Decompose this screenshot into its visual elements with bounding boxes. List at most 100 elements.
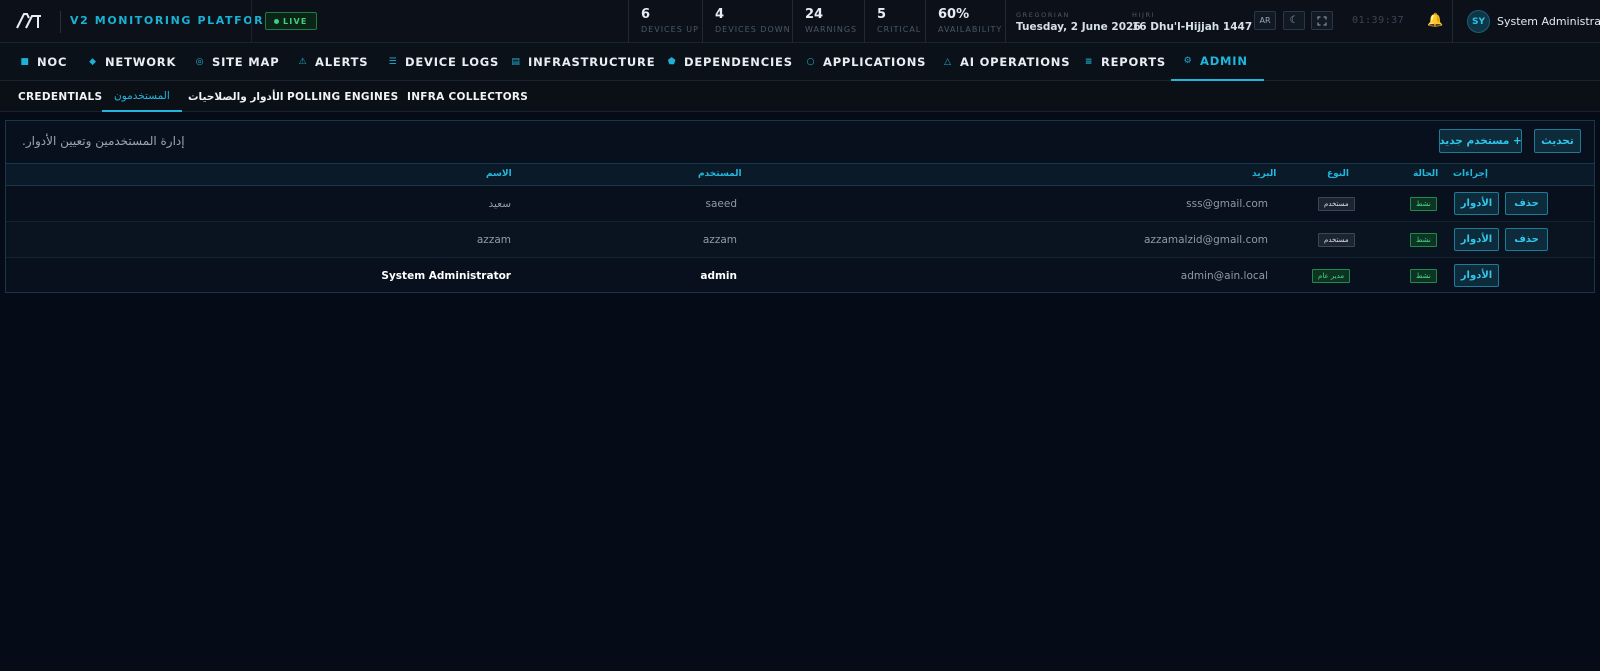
stat-label: WARNINGS	[805, 25, 858, 34]
stat-label: CRITICAL	[877, 25, 922, 34]
nav-item-dependencies[interactable]: ⬟ DEPENDENCIES	[667, 43, 793, 81]
triangle-icon: △	[944, 57, 952, 67]
live-label: LIVE	[283, 16, 308, 26]
diamond-icon: ◆	[89, 57, 97, 67]
user-username-cell: saeed	[705, 198, 738, 210]
bell-icon[interactable]: 🔔	[1427, 13, 1443, 28]
stat-value: 4	[715, 7, 725, 22]
column-email: البريد	[1252, 169, 1277, 179]
gear-icon: ⚙	[1183, 56, 1193, 66]
avatar[interactable]: SY	[1467, 10, 1490, 33]
status-badge: نشط	[1410, 233, 1437, 247]
nav-label: REPORTS	[1101, 55, 1166, 69]
nav-label: DEPENDENCIES	[684, 55, 793, 69]
gregorian-value: Tuesday, 2 June 2026	[1016, 21, 1141, 33]
tab-users[interactable]: المستخدمون	[102, 81, 182, 112]
nav-item-network[interactable]: ◆ NETWORK	[88, 43, 176, 81]
new-user-button[interactable]: مستخدم جديد +	[1439, 129, 1522, 153]
moon-icon: ☾	[1289, 15, 1299, 26]
stat-value: 6	[641, 7, 651, 22]
stat-value: 5	[877, 7, 887, 22]
user-username-cell: admin	[700, 270, 737, 282]
nav-label: ALERTS	[315, 55, 369, 69]
column-status: الحالة	[1413, 169, 1439, 179]
divider	[1005, 0, 1006, 43]
nav-label: AI OPERATIONS	[960, 55, 1071, 69]
nav-label: NOC	[37, 55, 68, 69]
user-email-cell: admin@ain.local	[1180, 270, 1268, 282]
tab-infra-collectors[interactable]: INFRA COLLECTORS	[407, 81, 528, 112]
delete-button[interactable]: حذف	[1505, 192, 1548, 215]
nav-item-infrastructure[interactable]: ▤ INFRASTRUCTURE	[511, 43, 655, 81]
tab-roles-permissions[interactable]: الأدوار والصلاحيات	[188, 81, 283, 112]
column-type: النوع	[1327, 169, 1349, 179]
stat-warnings[interactable]: 24 WARNINGS	[792, 0, 864, 43]
nav-label: SITE MAP	[212, 55, 280, 69]
table-header: إجراءات الحالة النوع البريد المستخدم الا…	[6, 163, 1594, 186]
platform-title: V2 MONITORING PLATFORM	[70, 14, 277, 27]
user-name[interactable]: System Administrator	[1497, 15, 1600, 28]
nav-label: DEVICE LOGS	[405, 55, 500, 69]
roles-button[interactable]: الأدوار	[1454, 264, 1499, 287]
stat-devices-down[interactable]: 4 DEVICES DOWN	[702, 0, 792, 43]
panel-description: .إدارة المستخدمين وتعيين الأدوار	[22, 134, 185, 148]
table-row: سعيد saeed sss@gmail.com مستخدم نشط الأد…	[6, 186, 1594, 222]
users-panel: .إدارة المستخدمين وتعيين الأدوار مستخدم …	[5, 120, 1595, 293]
language-button[interactable]: AR	[1254, 11, 1276, 30]
user-name-cell: azzam	[476, 234, 511, 246]
status-badge: نشط	[1410, 269, 1437, 283]
nav-item-admin[interactable]: ⚙ ADMIN	[1171, 43, 1264, 81]
nav-item-site-map[interactable]: ◎ SITE MAP	[195, 43, 279, 81]
stat-label: DEVICES DOWN	[715, 25, 791, 34]
main-nav: ■ NOC ◆ NETWORK ◎ SITE MAP ⚠ ALERTS ☰ DE…	[0, 43, 1600, 81]
tab-credentials[interactable]: CREDENTIALS	[18, 81, 102, 112]
ain-logo[interactable]	[16, 12, 42, 29]
delete-button[interactable]: حذف	[1505, 228, 1548, 251]
tab-polling-engines[interactable]: POLLING ENGINES	[287, 81, 398, 112]
stat-value: 24	[805, 7, 824, 22]
admin-sub-nav: CREDENTIALS المستخدمون الأدوار والصلاحيا…	[0, 81, 1600, 112]
square-icon: ■	[20, 57, 30, 67]
column-name: الاسم	[486, 169, 512, 179]
user-username-cell: azzam	[702, 234, 737, 246]
nav-item-noc[interactable]: ■ NOC	[20, 43, 67, 81]
roles-button[interactable]: الأدوار	[1454, 228, 1499, 251]
hijri-value: 16 Dhu'l-Hijjah 1447 AH	[1132, 21, 1273, 33]
type-badge: مستخدم	[1318, 197, 1355, 211]
fullscreen-button[interactable]	[1311, 11, 1333, 30]
circle-icon: ○	[806, 57, 816, 67]
type-badge: مستخدم	[1318, 233, 1355, 247]
user-name-cell: System Administrator	[381, 270, 511, 282]
gregorian-date: GREGORIAN Tuesday, 2 June 2026	[1008, 0, 1141, 43]
stat-value: 60%	[938, 7, 970, 22]
nav-item-device-logs[interactable]: ☰ DEVICE LOGS	[388, 43, 499, 81]
nav-label: NETWORK	[105, 55, 177, 69]
user-name-cell: سعيد	[488, 198, 511, 210]
nav-item-reports[interactable]: ≡ REPORTS	[1084, 43, 1166, 81]
refresh-button[interactable]: تحديث	[1534, 129, 1581, 153]
top-bar: V2 MONITORING PLATFORM LIVE 6 DEVICES UP…	[0, 0, 1600, 43]
nav-item-alerts[interactable]: ⚠ ALERTS	[298, 43, 368, 81]
nav-label: INFRASTRUCTURE	[528, 55, 656, 69]
hijri-caption: HIJRI	[1132, 11, 1156, 19]
divider	[60, 11, 61, 33]
stat-devices-up[interactable]: 6 DEVICES UP	[628, 0, 702, 43]
nav-label: APPLICATIONS	[823, 55, 927, 69]
stat-critical[interactable]: 5 CRITICAL	[864, 0, 925, 43]
status-badge: نشط	[1410, 197, 1437, 211]
table-row: System Administrator admin admin@ain.loc…	[6, 258, 1594, 294]
stat-label: DEVICES UP	[641, 25, 699, 34]
type-badge: مدير عام	[1312, 269, 1351, 283]
roles-button[interactable]: الأدوار	[1454, 192, 1499, 215]
column-username: المستخدم	[698, 169, 742, 179]
user-email-cell: azzamalzid@gmail.com	[1144, 234, 1268, 246]
column-actions: إجراءات	[1453, 169, 1488, 179]
server-icon: ▤	[511, 57, 521, 67]
gregorian-caption: GREGORIAN	[1016, 11, 1070, 19]
panel-header: .إدارة المستخدمين وتعيين الأدوار مستخدم …	[6, 121, 1594, 163]
nav-item-applications[interactable]: ○ APPLICATIONS	[806, 43, 926, 81]
live-badge: LIVE	[265, 12, 317, 30]
theme-toggle-button[interactable]: ☾	[1283, 11, 1305, 30]
stat-availability[interactable]: 60% AVAILABILITY	[925, 0, 1005, 43]
nav-item-ai-operations[interactable]: △ AI OPERATIONS	[943, 43, 1070, 81]
